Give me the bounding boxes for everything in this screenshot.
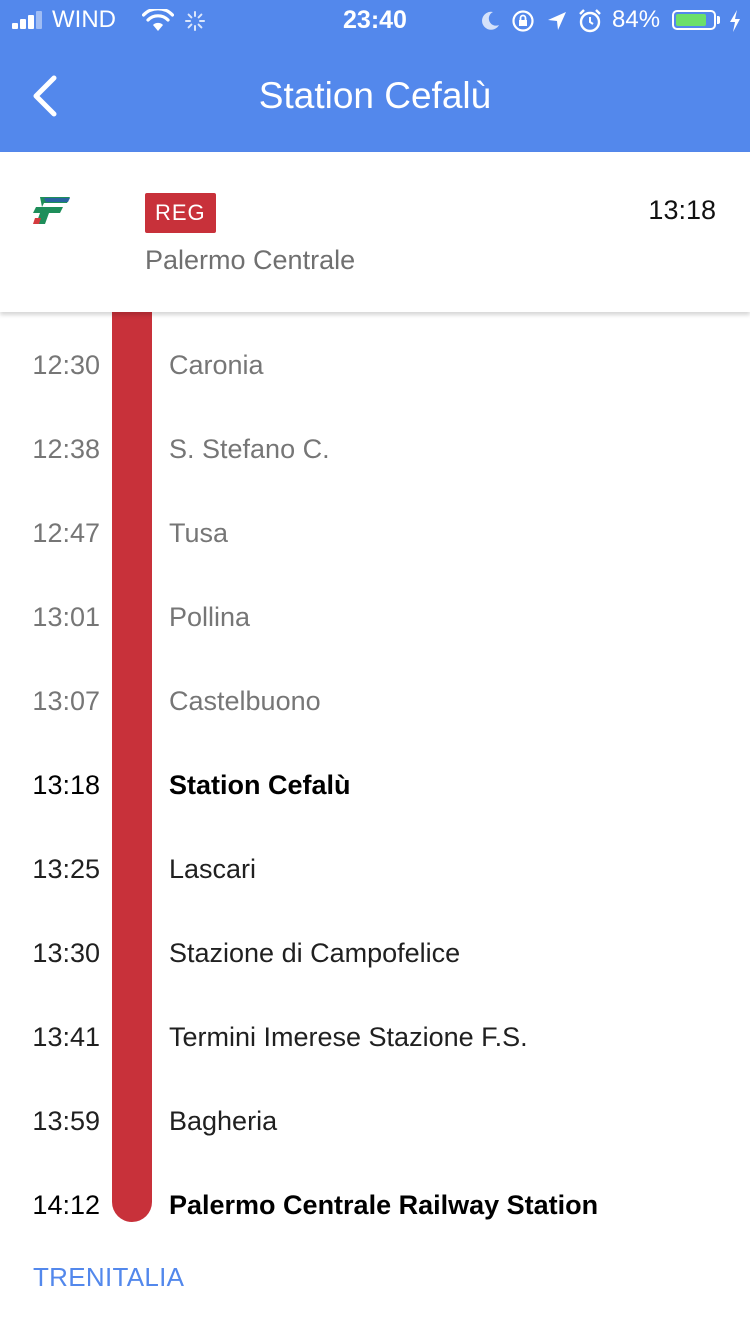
stop-name: Castelbuono: [169, 686, 321, 716]
stop-row[interactable]: 13:25 Lascari: [0, 827, 750, 911]
stop-time: 13:01: [32, 602, 100, 632]
stop-time: 13:25: [32, 854, 100, 884]
stop-row[interactable]: 13:07 Castelbuono: [0, 659, 750, 743]
train-destination: Palermo Centrale: [145, 245, 356, 275]
stop-time: 12:30: [32, 350, 100, 380]
battery-percentage: 84%: [612, 6, 661, 33]
rotation-lock-icon: [512, 10, 534, 32]
stop-row[interactable]: 14:12 Palermo Centrale Railway Station: [0, 1163, 750, 1247]
stop-name: S. Stefano C.: [169, 434, 330, 464]
stop-name: Station Cefalù: [169, 770, 351, 800]
stop-name: Termini Imerese Stazione F.S.: [169, 1022, 528, 1052]
stop-name: Bagheria: [169, 1106, 278, 1136]
status-bar: WIND 23:40 84%: [0, 0, 750, 40]
charging-icon: [730, 10, 740, 32]
battery-icon: [672, 10, 716, 30]
stop-time: 13:07: [32, 686, 100, 716]
moon-icon: [482, 11, 499, 30]
stop-row[interactable]: 13:30 Stazione di Campofelice: [0, 911, 750, 995]
stop-time: 13:41: [32, 1022, 100, 1052]
page-title: Station Cefalù: [258, 75, 492, 116]
location-arrow-icon: [548, 12, 566, 30]
stop-row[interactable]: 13:18 Station Cefalù: [0, 743, 750, 827]
navigation-bar: Station Cefalù: [0, 40, 750, 152]
stop-row[interactable]: 13:59 Bagheria: [0, 1079, 750, 1163]
train-time: 13:18: [648, 195, 716, 225]
stop-time: 13:30: [32, 938, 100, 968]
stop-name: Palermo Centrale Railway Station: [169, 1190, 599, 1220]
stop-time: 14:12: [32, 1190, 100, 1220]
stop-name: Lascari: [169, 854, 257, 884]
stop-row[interactable]: 12:38 S. Stefano C.: [0, 407, 750, 491]
stop-time: 12:47: [32, 518, 100, 548]
operator-link[interactable]: TRENITALIA: [33, 1262, 184, 1293]
train-summary-card: REG 13:18 Palermo Centrale: [0, 152, 750, 312]
alarm-icon: [579, 9, 601, 33]
stop-time: 13:59: [32, 1106, 100, 1136]
trenitalia-logo: [33, 197, 70, 224]
stop-time: 13:18: [32, 770, 100, 800]
stop-row[interactable]: 13:41 Termini Imerese Stazione F.S.: [0, 995, 750, 1079]
stop-name: Stazione di Campofelice: [169, 938, 461, 968]
train-type-badge: REG: [145, 193, 216, 233]
stop-row[interactable]: 12:30 Caronia: [0, 323, 750, 407]
stop-time: 12:38: [32, 434, 100, 464]
stop-list: 12:30 Caronia 12:38 S. Stefano C. 12:47 Tusa 1…: [0, 323, 750, 1247]
stop-row[interactable]: 12:47 Tusa: [0, 491, 750, 575]
stop-name: Tusa: [169, 518, 229, 548]
stop-name: Pollina: [169, 602, 251, 632]
stop-row[interactable]: 13:01 Pollina: [0, 575, 750, 659]
stop-name: Caronia: [169, 350, 264, 380]
